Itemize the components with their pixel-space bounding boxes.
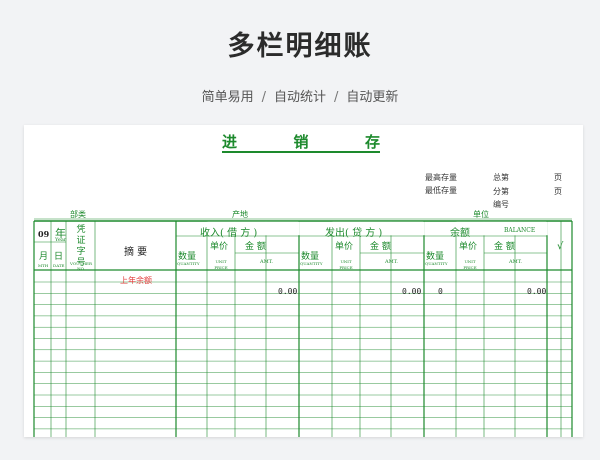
price-en-header: UNIT PRICE <box>339 259 353 270</box>
price-header: 单价 <box>335 242 354 252</box>
price-header: 单价 <box>210 242 229 252</box>
balance-qty-cell: 0 <box>438 287 443 296</box>
year-en-label: Year <box>55 237 67 243</box>
voucher-en-label: VOUCHER NO. <box>70 261 92 271</box>
subtitle-separator: / <box>334 90 339 105</box>
amount-en-header: AMT. <box>385 259 398 265</box>
balance-header: 余额 <box>450 228 470 239</box>
income-amount-cell: 0.00 <box>278 287 298 296</box>
summary-header: 摘 要 <box>124 247 148 258</box>
subtitle-item: 简单易用 <box>201 90 254 105</box>
price-en-header: UNIT PRICE <box>214 259 228 270</box>
qty-en-header: QUANTITY <box>425 261 448 266</box>
outgo-header: 发出( 贷 方 ) <box>325 228 383 239</box>
ledger-sheet: 进 销 存 最高存量 最低存量 总第 分第 编号 页 页 部类 产地 单位 09… <box>24 125 583 437</box>
amount-en-header: AMT. <box>509 259 522 265</box>
subtitle-item: 自动更新 <box>346 90 399 105</box>
amount-header: 金 额 <box>494 242 515 252</box>
page-subtitle: 简单易用 / 自动统计 / 自动更新 <box>0 86 600 105</box>
month-label: 月 <box>39 252 49 262</box>
summary-cell: 上年余额 <box>120 276 152 285</box>
subtitle-separator: / <box>261 90 266 105</box>
year-value: 09 <box>38 229 50 239</box>
check-header: √ <box>557 241 564 252</box>
balance-en-header: BALANCE <box>504 227 536 234</box>
month-en-label: MTH <box>38 263 49 268</box>
price-en-header: UNIT PRICE <box>463 259 477 270</box>
page-title: 多栏明细账 <box>227 31 373 62</box>
income-header: 收入( 借 方 ) <box>200 228 258 239</box>
day-label: 日 <box>54 252 64 262</box>
grid-merge-mask <box>265 221 300 236</box>
qty-en-header: QUANTITY <box>177 261 200 266</box>
outgo-amount-cell: 0.00 <box>402 287 422 296</box>
qty-en-header: QUANTITY <box>300 261 323 266</box>
price-header: 单价 <box>459 242 478 252</box>
subtitle-item: 自动统计 <box>273 90 326 105</box>
amount-en-header: AMT. <box>260 259 273 265</box>
amount-header: 金 额 <box>370 242 391 252</box>
balance-amount-cell: 0.00 <box>527 287 547 296</box>
day-en-label: DATE <box>53 263 65 268</box>
ledger-grid <box>33 218 573 437</box>
amount-header: 金 额 <box>245 242 266 252</box>
grid-merge-mask <box>390 221 425 236</box>
